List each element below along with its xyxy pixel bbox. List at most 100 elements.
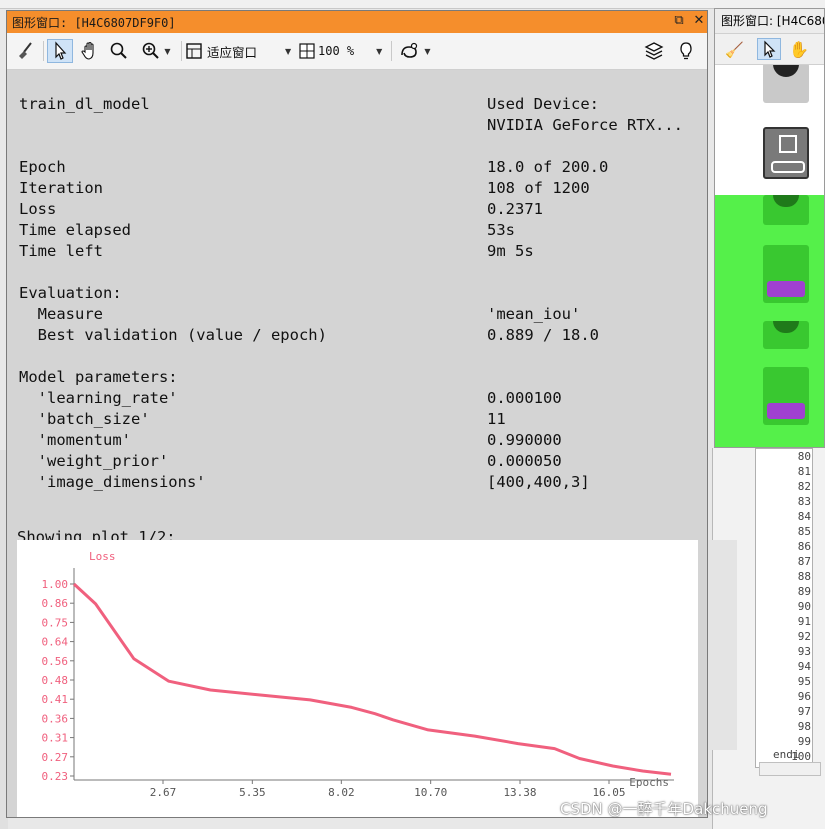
param-value: 0.000050 (487, 452, 562, 470)
zoom-level-dropdown[interactable]: 100 % ▼ (299, 39, 387, 63)
editor-line-number: 84 (797, 510, 811, 523)
time-elapsed-value: 53s (487, 221, 515, 239)
y-tick-label: 0.75 (42, 616, 69, 629)
chevron-down-icon: ▼ (164, 46, 171, 56)
pointer-icon (55, 41, 67, 60)
pointer-tool-icon[interactable] (757, 38, 781, 60)
y-tick-label: 0.86 (42, 597, 69, 610)
editor-line-number: 86 (797, 540, 811, 553)
y-tick-label: 0.41 (42, 693, 69, 706)
restore-icon[interactable]: ⧉ (671, 13, 687, 29)
y-tick-label: 0.48 (42, 674, 69, 687)
param-value: 0.990000 (487, 431, 562, 449)
time-elapsed-label: Time elapsed (19, 221, 131, 239)
editor-line-number: 96 (797, 690, 811, 703)
editor-line-number: 90 (797, 600, 811, 613)
zoom-level-icon (299, 43, 315, 59)
graphics-window: 图形窗口: [H4C6807DF9F0] ⧉ ✕ ▼ 适应窗口 ▼ 100 % … (6, 10, 708, 818)
epoch-label: Epoch (19, 158, 66, 176)
epoch-value: 18.0 of 200.0 (487, 158, 609, 176)
x-tick-label: 13.38 (503, 786, 536, 799)
model-parameters-heading: Model parameters: (19, 368, 178, 386)
zoom-in-icon (143, 42, 160, 59)
broom-icon (19, 42, 32, 59)
loss-value: 0.2371 (487, 200, 543, 218)
x-axis-label: Epochs (629, 776, 669, 789)
magnifier-button[interactable] (107, 39, 131, 63)
broom-icon[interactable]: 🧹 (725, 41, 744, 59)
x-tick-label: 10.70 (414, 786, 447, 799)
iteration-value: 108 of 1200 (487, 179, 590, 197)
param-value: 0.000100 (487, 389, 562, 407)
segmentation-overlay (715, 195, 824, 447)
close-icon[interactable]: ✕ (691, 13, 707, 29)
background-toolbar-strip (0, 0, 825, 9)
pan-hand-button[interactable] (77, 39, 103, 63)
param-name: 'learning_rate' (19, 389, 178, 407)
chevron-down-icon: ▼ (376, 46, 383, 56)
window-title: 图形窗口: [H4C6807DF9F0] (12, 16, 176, 30)
draw-shape-icon (401, 42, 418, 58)
fit-window-icon (186, 43, 202, 59)
fit-window-dropdown[interactable]: 适应窗口 ▼ (185, 39, 295, 63)
zoom-in-dropdown[interactable]: ▼ (135, 39, 177, 63)
part-green-2 (763, 245, 809, 303)
layers-button[interactable] (641, 39, 667, 63)
x-tick-label: 2.67 (150, 786, 177, 799)
param-name: 'batch_size' (19, 410, 150, 428)
param-name: 'weight_prior' (19, 452, 169, 470)
lightbulb-icon (680, 42, 692, 60)
param-name: 'momentum' (19, 431, 131, 449)
lightbulb-button[interactable] (673, 39, 699, 63)
editor-line-number: 97 (797, 705, 811, 718)
part-green-3 (763, 321, 809, 349)
background-panel-scrollbar[interactable] (706, 540, 737, 750)
layers-icon (644, 42, 664, 60)
part-gray-top (763, 65, 809, 103)
segmentation-preview-image (715, 65, 824, 447)
zoom-level-value: 100 % (318, 44, 355, 58)
x-tick-label: 8.02 (328, 786, 355, 799)
evaluation-heading: Evaluation: (19, 284, 122, 302)
window-titlebar[interactable]: 图形窗口: [H4C6807DF9F0] ⧉ ✕ (7, 11, 707, 33)
procedure-name: train_dl_model (19, 95, 150, 113)
best-validation-value: 0.889 / 18.0 (487, 326, 599, 344)
loss-chart: Loss Epochs 1.00 0.86 0.75 0.64 0.56 0.48 0.41 0.… (42, 550, 674, 799)
editor-line-number: 87 (797, 555, 811, 568)
iteration-label: Iteration (19, 179, 103, 197)
loss-plot: Loss Epochs 1.00 0.86 0.75 0.64 0.56 0.48 0.41 0.… (17, 540, 698, 817)
editor-line-number: 95 (797, 675, 811, 688)
secondary-graphics-window: 图形窗口: [H4C680 🧹 ✋ (714, 8, 825, 448)
editor-line-number: 83 (797, 495, 811, 508)
editor-line-number: 98 (797, 720, 811, 733)
loss-series-line (72, 582, 672, 776)
measure-value: 'mean_iou' (487, 305, 581, 323)
y-tick-label: 1.00 (42, 578, 69, 591)
editor-line-number: 85 (797, 525, 811, 538)
editor-line-number: 88 (797, 570, 811, 583)
time-left-label: Time left (19, 242, 103, 260)
y-tick-label: 0.64 (42, 636, 69, 649)
part-green-4 (763, 367, 809, 425)
secondary-window-title: 图形窗口: [H4C680 (715, 9, 824, 34)
editor-line-number: 89 (797, 585, 811, 598)
draw-shape-dropdown[interactable]: ▼ (395, 39, 435, 63)
y-tick-label: 0.31 (42, 732, 69, 745)
editor-line-number: 99 (797, 735, 811, 748)
used-device-label: Used Device: (487, 95, 599, 113)
used-device-value: NVIDIA GeForce RTX... (487, 116, 683, 134)
x-tick-label: 5.35 (239, 786, 266, 799)
editor-line-number: 93 (797, 645, 811, 658)
select-pointer-button[interactable] (47, 39, 73, 63)
hand-icon (81, 41, 94, 60)
editor-code-text: endi (773, 748, 800, 761)
fit-window-label: 适应窗口 (207, 44, 258, 60)
training-info-panel: train_dl_model Used Device: NVIDIA GeFor… (7, 69, 707, 817)
editor-line-number: 81 (797, 465, 811, 478)
magnifier-icon (110, 42, 127, 59)
clear-broom-button[interactable] (13, 39, 39, 63)
param-name: 'image_dimensions' (19, 473, 206, 491)
editor-horizontal-scrollbar[interactable] (759, 762, 821, 776)
hand-icon[interactable]: ✋ (789, 40, 809, 59)
chevron-down-icon: ▼ (285, 46, 292, 56)
